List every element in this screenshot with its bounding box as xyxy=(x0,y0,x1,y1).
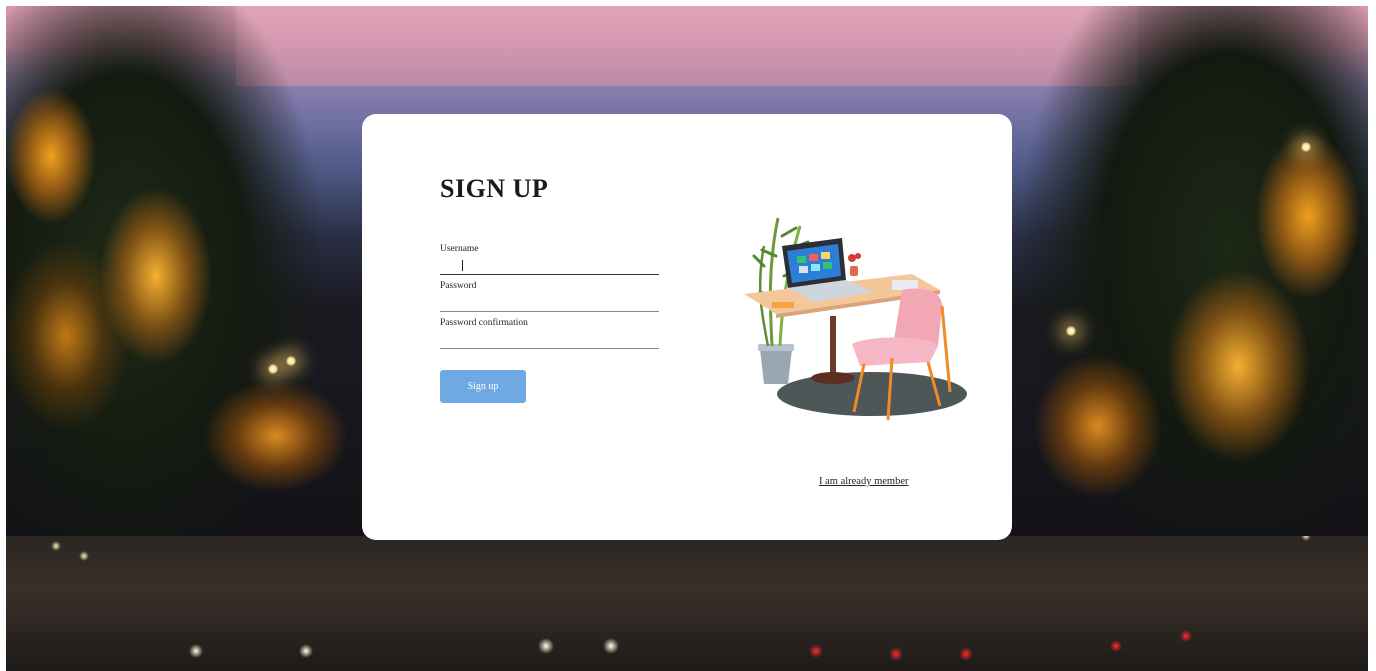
page-viewport: SIGN UP Username Password Password confi… xyxy=(6,6,1368,671)
signup-card: SIGN UP Username Password Password confi… xyxy=(362,114,1012,540)
street-lamp xyxy=(286,356,296,366)
password-input[interactable] xyxy=(440,291,659,312)
background-road-traffic xyxy=(6,536,1368,671)
sign-up-button[interactable]: Sign up xyxy=(440,370,526,403)
street-lamp xyxy=(1301,142,1311,152)
password-confirmation-input[interactable] xyxy=(440,328,659,349)
street-lamp xyxy=(1066,326,1076,336)
username-label: Username xyxy=(440,244,479,254)
street-lamp xyxy=(268,364,278,374)
password-confirmation-label: Password confirmation xyxy=(440,318,528,328)
already-member-link[interactable]: I am already member xyxy=(819,476,909,487)
username-field-group: Username xyxy=(440,244,659,275)
password-label: Password xyxy=(440,281,477,291)
password-field-group: Password xyxy=(440,281,659,312)
username-input[interactable] xyxy=(440,254,659,275)
desk-workspace-illustration-icon xyxy=(744,217,967,421)
text-caret xyxy=(462,260,463,271)
password-confirmation-field-group: Password confirmation xyxy=(440,318,659,349)
page-title: SIGN UP xyxy=(440,174,549,203)
